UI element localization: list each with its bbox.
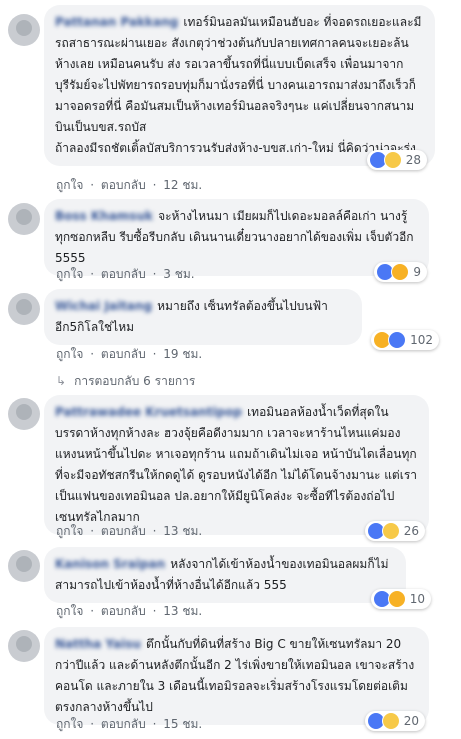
wow-reaction-icon xyxy=(381,712,400,730)
like-link[interactable]: ถูกใจ xyxy=(56,524,83,538)
reaction-summary[interactable]: 10 xyxy=(370,589,431,609)
timestamp[interactable]: 13 ชม. xyxy=(163,604,202,618)
reaction-count: 28 xyxy=(405,153,421,167)
reaction-count: 102 xyxy=(410,333,433,347)
reply-link[interactable]: ตอบกลับ xyxy=(101,267,146,281)
reaction-count: 26 xyxy=(403,524,419,538)
comment-actions: ถูกใจ · ตอบกลับ · 3 ชม. xyxy=(56,265,198,284)
comment-bubble: Nattha Yaisu ตึกนั้นกับที่ดินที่สร้าง Bi… xyxy=(44,627,429,731)
timestamp[interactable]: 13 ชม. xyxy=(163,524,202,538)
like-link[interactable]: ถูกใจ xyxy=(56,347,83,361)
commenter-name[interactable]: Kanison Sraipan xyxy=(55,557,165,571)
avatar[interactable] xyxy=(8,293,40,325)
like-link[interactable]: ถูกใจ xyxy=(56,717,83,731)
commenter-name[interactable]: Boss Khamsuk xyxy=(55,209,153,223)
avatar[interactable] xyxy=(8,630,40,662)
reply-arrow-icon: ↳ xyxy=(56,374,67,388)
separator: · xyxy=(152,717,157,731)
view-replies-link[interactable]: ↳ การตอบกลับ 6 รายการ xyxy=(56,372,195,391)
avatar[interactable] xyxy=(8,398,40,430)
separator: · xyxy=(152,267,157,281)
comment-actions: ถูกใจ · ตอบกลับ · 15 ชม. xyxy=(56,715,205,734)
comment-bubble: Wichai Jaitang หมายถึง เซ็นทรัลต้องขึ้นไ… xyxy=(44,289,362,345)
comment-actions: ถูกใจ · ตอบกลับ · 19 ชม. xyxy=(56,345,205,364)
comment-bubble: Pattrawadee Kruetsantipop เทอมินอลห้องน้… xyxy=(44,395,429,541)
reply-link[interactable]: ตอบกลับ xyxy=(101,524,146,538)
commenter-name[interactable]: Pattrawadee Kruetsantipop xyxy=(55,405,242,419)
reaction-count: 10 xyxy=(409,592,425,606)
reaction-count: 9 xyxy=(413,265,421,279)
separator: · xyxy=(152,524,157,538)
reply-link[interactable]: ตอบกลับ xyxy=(101,347,146,361)
separator: · xyxy=(90,347,95,361)
separator: · xyxy=(152,604,157,618)
timestamp[interactable]: 19 ชม. xyxy=(163,347,202,361)
reply-link[interactable]: ตอบกลับ xyxy=(101,178,146,192)
timestamp[interactable]: 3 ชม. xyxy=(163,267,194,281)
comment-actions: ถูกใจ · ตอบกลับ · 13 ชม. xyxy=(56,522,205,541)
wow-reaction-icon xyxy=(383,151,402,169)
like-link[interactable]: ถูกใจ xyxy=(56,267,83,281)
comment-actions: ถูกใจ · ตอบกลับ · 13 ชม. xyxy=(56,602,205,621)
separator: · xyxy=(152,347,157,361)
reaction-summary[interactable]: 28 xyxy=(366,150,427,170)
avatar[interactable] xyxy=(8,203,40,235)
reaction-summary[interactable]: 102 xyxy=(371,330,439,350)
reaction-summary[interactable]: 9 xyxy=(374,262,427,282)
separator: · xyxy=(90,604,95,618)
separator: · xyxy=(90,524,95,538)
timestamp[interactable]: 15 ชม. xyxy=(163,717,202,731)
comment-bubble: Pattanan Pakkang เทอร์มินอลมันเหมือนฮับอ… xyxy=(44,5,435,170)
view-replies-label[interactable]: การตอบกลับ 6 รายการ xyxy=(74,374,195,388)
separator: · xyxy=(90,717,95,731)
comment-text: เทอร์มินอลมันเหมือนฮับอะ ที่จอดรถเยอะและ… xyxy=(55,15,422,155)
avatar[interactable] xyxy=(8,14,40,46)
reply-link[interactable]: ตอบกลับ xyxy=(101,604,146,618)
comment-bubble: Kanison Sraipan หลังจากได้เข้าห้องน้ำของ… xyxy=(44,547,406,603)
comment-actions: ถูกใจ · ตอบกลับ · 12 ชม. xyxy=(56,176,205,195)
separator: · xyxy=(152,178,157,192)
wow-reaction-icon xyxy=(381,522,400,540)
separator: · xyxy=(90,178,95,192)
reply-link[interactable]: ตอบกลับ xyxy=(101,717,146,731)
separator: · xyxy=(90,267,95,281)
commenter-name[interactable]: Wichai Jaitang xyxy=(55,299,152,313)
commenter-name[interactable]: Pattanan Pakkang xyxy=(55,15,178,29)
timestamp[interactable]: 12 ชม. xyxy=(163,178,202,192)
like-link[interactable]: ถูกใจ xyxy=(56,178,83,192)
haha-reaction-icon xyxy=(391,263,410,281)
like-link[interactable]: ถูกใจ xyxy=(56,604,83,618)
avatar[interactable] xyxy=(8,550,40,582)
haha-reaction-icon xyxy=(387,590,406,608)
reaction-summary[interactable]: 26 xyxy=(364,521,425,541)
like-reaction-icon xyxy=(388,331,407,349)
comment-text: เทอมินอลห้องน้ำเว็ดที่สุดในบรรดาห้างทุกห… xyxy=(55,405,418,524)
commenter-name[interactable]: Nattha Yaisu xyxy=(55,637,141,651)
reaction-count: 20 xyxy=(403,714,419,728)
reaction-summary[interactable]: 20 xyxy=(364,711,425,731)
